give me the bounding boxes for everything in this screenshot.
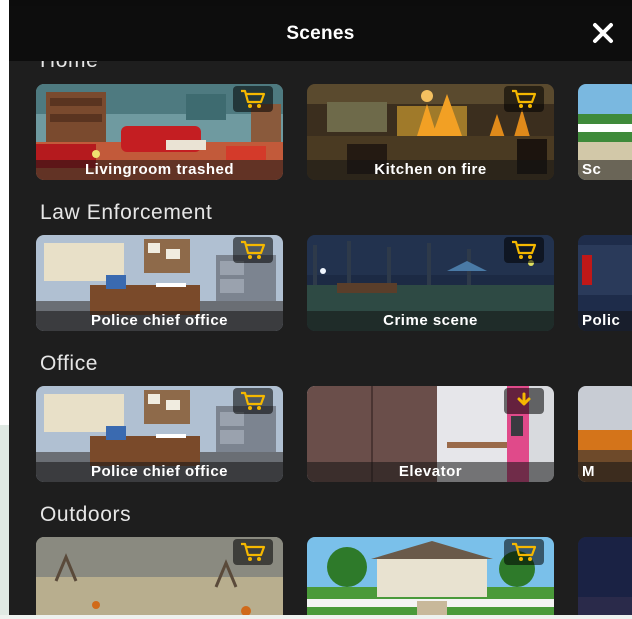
cart-icon (241, 391, 266, 410)
scene-card-partial-law[interactable]: Polic (578, 235, 632, 331)
section-title-home: Home (40, 61, 98, 73)
scene-card-kitchen-on-fire[interactable]: Kitchen on fire (307, 84, 554, 180)
scene-label: Polic (578, 311, 632, 331)
scene-row-home: Livingroom trashed Kitchen on fire Sc (36, 84, 632, 180)
cart-icon (241, 542, 266, 561)
section-title-law-enforcement: Law Enforcement (40, 201, 213, 224)
scenes-list[interactable]: Home (9, 61, 632, 615)
cart-icon (241, 89, 266, 108)
bottom-edge (0, 615, 632, 619)
scene-label: Kitchen on fire (307, 160, 554, 180)
scene-card-outdoors-1[interactable] (36, 537, 283, 615)
cart-icon (512, 240, 537, 259)
section-title-office: Office (40, 352, 99, 375)
scene-row-outdoors (36, 537, 632, 615)
scene-card-partial-office[interactable]: M (578, 386, 632, 482)
scene-label: Police chief office (36, 462, 283, 482)
download-icon (517, 392, 531, 406)
cart-badge (504, 539, 544, 565)
left-edge-tint (0, 425, 9, 619)
scene-card-elevator[interactable]: Elevator (307, 386, 554, 482)
scene-row-law-enforcement: Police chief office Crime scene Polic (36, 235, 632, 331)
scene-card-livingroom-trashed[interactable]: Livingroom trashed (36, 84, 283, 180)
close-icon[interactable] (590, 20, 616, 46)
scene-label: M (578, 462, 632, 482)
cart-badge (233, 388, 273, 414)
scene-card-crime-scene[interactable]: Crime scene (307, 235, 554, 331)
scene-row-office: Police chief office Elevator M (36, 386, 632, 482)
page-title: Scenes (286, 22, 355, 44)
section-title-outdoors: Outdoors (40, 503, 132, 526)
header-bar: Scenes (9, 6, 632, 61)
scene-thumbnail (578, 537, 632, 615)
scene-label: Sc (578, 160, 632, 180)
scene-card-outdoors-2[interactable] (307, 537, 554, 615)
cart-badge (233, 539, 273, 565)
scene-label: Elevator (307, 462, 554, 482)
scene-card-police-chief-office[interactable]: Police chief office (36, 235, 283, 331)
cart-icon (512, 89, 537, 108)
scene-label: Crime scene (307, 311, 554, 331)
scene-label: Livingroom trashed (36, 160, 283, 180)
cart-badge (504, 237, 544, 263)
cart-icon (512, 542, 537, 561)
cart-badge (504, 86, 544, 112)
cart-badge (233, 237, 273, 263)
scene-card-police-chief-office-2[interactable]: Police chief office (36, 386, 283, 482)
scene-card-partial-outdoors[interactable] (578, 537, 632, 615)
cart-icon (241, 240, 266, 259)
cart-badge (233, 86, 273, 112)
scene-card-partial-home[interactable]: Sc (578, 84, 632, 180)
download-badge (504, 388, 544, 414)
scene-label: Police chief office (36, 311, 283, 331)
